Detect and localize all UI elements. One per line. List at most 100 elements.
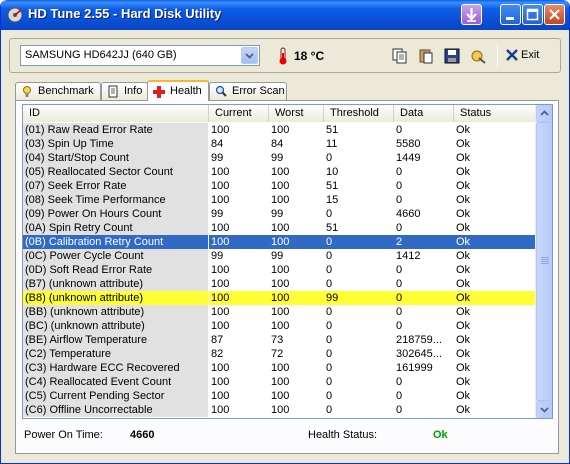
cell-current: 87: [211, 334, 224, 346]
table-row[interactable]: (07) Seek Error Rate 100 100 51 0 Ok: [23, 179, 536, 193]
table-row[interactable]: (0B) Calibration Retry Count 100 100 0 2 Ok: [23, 235, 536, 249]
magnifier-icon: [215, 85, 227, 97]
table-row[interactable]: (08) Seek Time Performance 100 100 15 0 Ok: [23, 193, 536, 207]
benchmark-icon: [23, 86, 31, 97]
close-icon: [549, 9, 560, 20]
download-button[interactable]: [461, 4, 482, 25]
info-icon: [108, 85, 118, 98]
cell-threshold: 0: [326, 152, 333, 164]
cell-data: 0: [396, 320, 403, 332]
cell-data: 0: [396, 278, 403, 290]
copy-icon[interactable]: [392, 48, 408, 64]
tab-benchmark[interactable]: Benchmark: [15, 82, 101, 100]
cell-data: 0: [396, 222, 403, 234]
cell-status: Ok: [456, 278, 471, 290]
tab-info[interactable]: Info: [101, 82, 148, 100]
drive-select[interactable]: SAMSUNG HD642JJ (640 GB): [20, 45, 260, 66]
table-row[interactable]: (C4) Reallocated Event Count 100 100 0 0 Ok: [23, 375, 536, 389]
table-row[interactable]: (C3) Hardware ECC Recovered 100 100 0 161999…: [23, 361, 536, 375]
cell-worst: 100: [269, 235, 324, 249]
table-row[interactable]: (09) Power On Hours Count 99 99 0 4660 Ok: [23, 207, 536, 221]
table-row[interactable]: (04) Start/Stop Count 99 99 0 1449 Ok: [23, 151, 536, 165]
tab-label: Info: [124, 85, 143, 97]
table-row[interactable]: (BC) (unknown attribute) 100 100 0 0 Ok: [23, 319, 536, 333]
column-header-worst[interactable]: Worst: [269, 105, 324, 122]
app-window: HD Tune 2.55 - Hard Disk Utility SAMSUNG…: [0, 0, 570, 464]
table-row[interactable]: (B7) (unknown attribute) 100 100 0 0 Ok: [23, 277, 536, 291]
cell-id: (C5) Current Pending Sector: [23, 389, 208, 403]
table-row[interactable]: (03) Spin Up Time 84 84 11 5580 Ok: [23, 137, 536, 151]
column-header-data[interactable]: Data: [394, 105, 454, 122]
cell-status: Ok: [456, 180, 471, 192]
vertical-scrollbar[interactable]: [535, 105, 552, 418]
options-icon[interactable]: [470, 48, 486, 64]
cell-worst: 100: [271, 376, 290, 388]
cell-current: 100: [211, 376, 230, 388]
table-row[interactable]: (BB) (unknown attribute) 100 100 0 0 Ok: [23, 305, 536, 319]
cell-threshold: 0: [326, 362, 333, 374]
cell-threshold: 0: [326, 390, 333, 402]
health-status-value: Ok: [433, 429, 448, 441]
cell-worst: 100: [269, 291, 324, 305]
table-row[interactable]: (B8) (unknown attribute) 100 100 99 0 Ok: [23, 291, 536, 305]
chevron-down-icon[interactable]: [241, 47, 258, 64]
cell-threshold: 0: [326, 404, 333, 416]
table-row[interactable]: (C2) Temperature 82 72 0 302645... Ok: [23, 347, 536, 361]
smart-attributes-table[interactable]: ID Current Worst Threshold Data Status (…: [22, 104, 553, 419]
cell-id: (0D) Soft Read Error Rate: [23, 263, 208, 277]
table-row[interactable]: (C6) Offline Uncorrectable 100 100 0 0 Ok: [23, 403, 536, 417]
exit-x-icon: [506, 49, 518, 61]
cell-data: 0: [396, 264, 403, 276]
cell-data: 4660: [396, 208, 421, 220]
cell-threshold: 0: [326, 264, 333, 276]
table-row[interactable]: (C5) Current Pending Sector 100 100 0 0 Ok: [23, 389, 536, 403]
scroll-down-button[interactable]: [536, 401, 552, 418]
tab-health[interactable]: Health: [147, 80, 209, 101]
maximize-button[interactable]: [522, 4, 543, 25]
cell-threshold: 0: [326, 208, 333, 220]
column-header-status[interactable]: Status: [454, 105, 536, 122]
scroll-thumb[interactable]: [536, 122, 552, 401]
cell-worst: 100: [271, 362, 290, 374]
tab-error-scan[interactable]: Error Scan: [209, 82, 287, 100]
cell-worst: 100: [271, 278, 290, 290]
title-bar[interactable]: HD Tune 2.55 - Hard Disk Utility: [1, 0, 569, 30]
tab-label: Error Scan: [232, 85, 285, 97]
minimize-icon: [506, 17, 514, 20]
cell-worst: 73: [271, 334, 284, 346]
close-button[interactable]: [544, 4, 565, 25]
power-on-time-value: 4660: [130, 429, 155, 441]
paste-icon[interactable]: [418, 48, 434, 64]
cell-id: (B8) (unknown attribute): [23, 291, 208, 305]
cell-worst: 100: [271, 306, 290, 318]
cell-data: 5580: [396, 138, 421, 150]
table-row[interactable]: (05) Reallocated Sector Count 100 100 10 0 Ok: [23, 165, 536, 179]
cell-id: (C2) Temperature: [23, 347, 208, 361]
cell-worst: 84: [271, 138, 284, 150]
cell-status: Ok: [456, 194, 471, 206]
table-row[interactable]: (01) Raw Read Error Rate 100 100 51 0 Ok: [23, 123, 536, 137]
cell-current: 99: [211, 250, 224, 262]
table-row[interactable]: (BE) Airflow Temperature 87 73 0 218759... Ok: [23, 333, 536, 347]
scroll-up-button[interactable]: [536, 105, 552, 122]
cell-id: (0A) Spin Retry Count: [23, 221, 208, 235]
table-row[interactable]: (0C) Power Cycle Count 99 99 0 1412 Ok: [23, 249, 536, 263]
temperature-readout: 18 °C: [294, 49, 325, 63]
table-row[interactable]: (0D) Soft Read Error Rate 100 100 0 0 Ok: [23, 263, 536, 277]
toolbar: SAMSUNG HD642JJ (640 GB) 18 °C Exit: [9, 38, 561, 73]
cell-current: 100: [211, 166, 230, 178]
column-header-current[interactable]: Current: [209, 105, 269, 122]
cell-id: (BB) (unknown attribute): [23, 305, 208, 319]
save-icon[interactable]: [444, 48, 460, 64]
cell-threshold: 0: [326, 348, 333, 360]
table-row[interactable]: (0A) Spin Retry Count 100 100 51 0 Ok: [23, 221, 536, 235]
cell-id: (07) Seek Error Rate: [23, 179, 208, 193]
minimize-button[interactable]: [500, 4, 521, 25]
thermometer-icon: [279, 47, 287, 65]
column-header-threshold[interactable]: Threshold: [324, 105, 394, 122]
cell-threshold: 51: [326, 180, 339, 192]
cell-data: 0: [396, 390, 403, 402]
column-header-id[interactable]: ID: [23, 105, 209, 122]
cell-threshold: 51: [326, 222, 339, 234]
cell-status: Ok: [454, 235, 536, 249]
